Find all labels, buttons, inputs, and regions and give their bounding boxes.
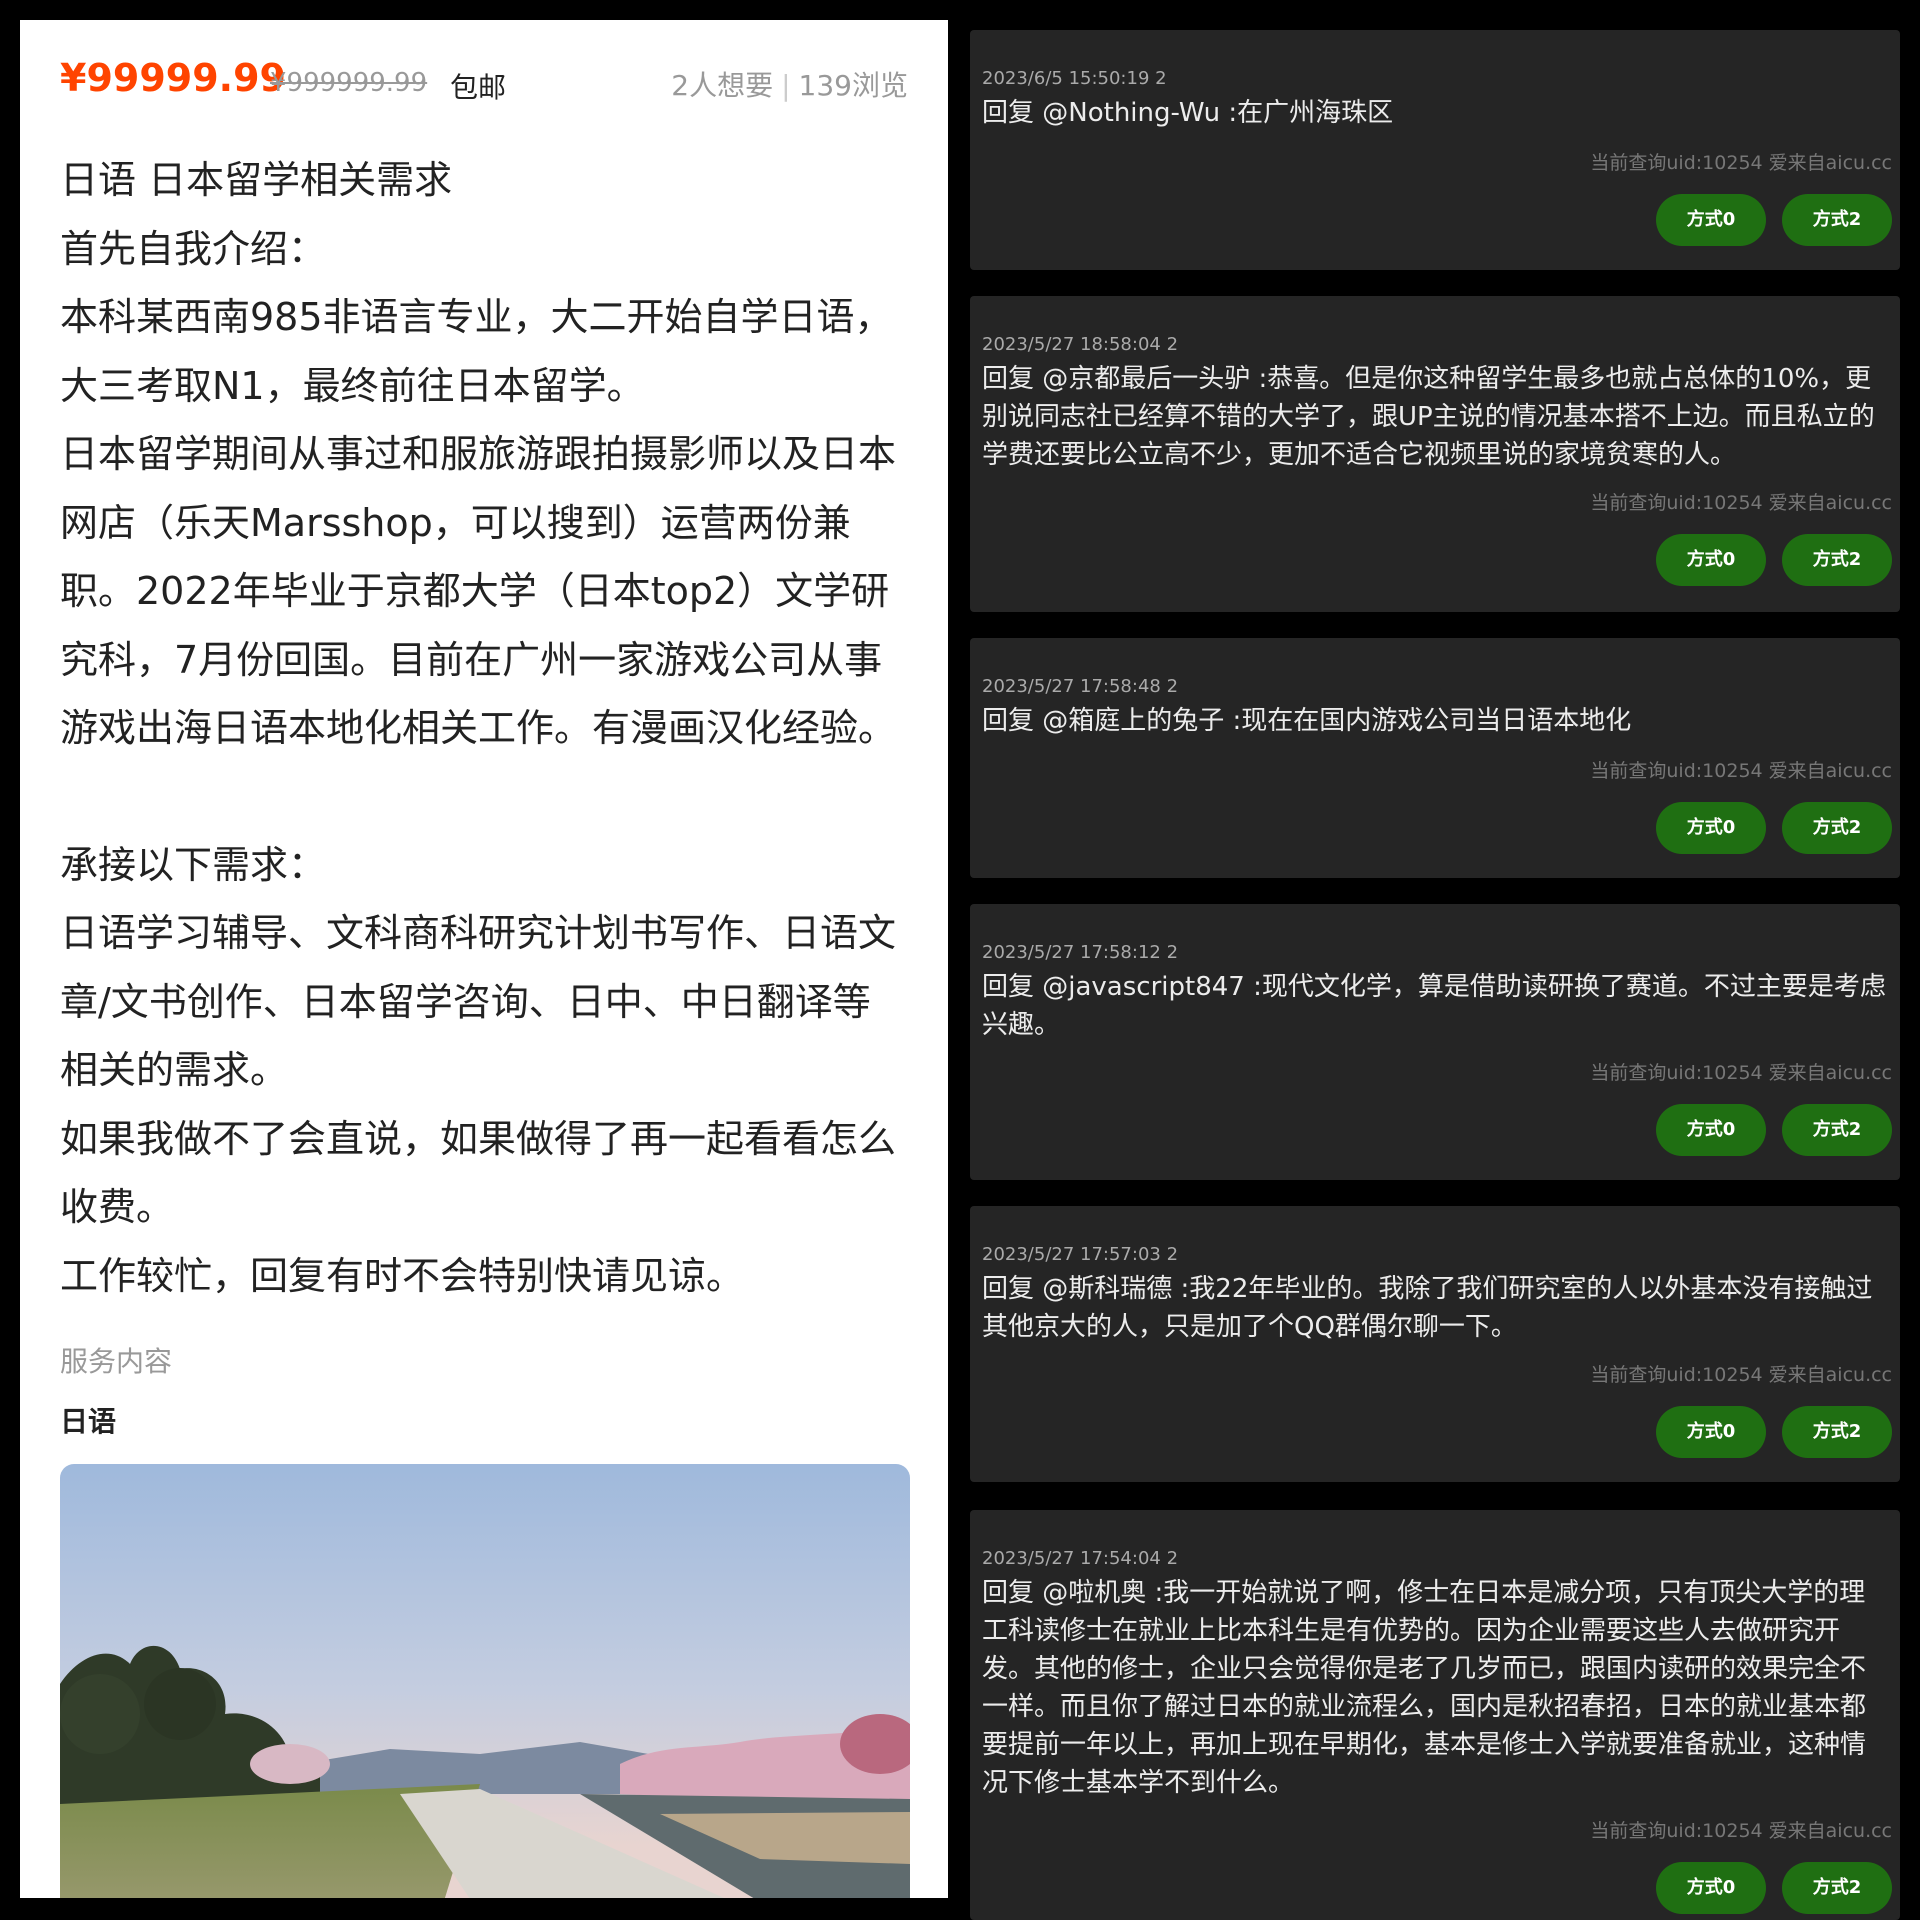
- comment-timestamp: 2023/5/27 17:58:48 2: [982, 676, 1179, 697]
- query-uid-note: 当前查询uid:10254 爱来自aicu.cc: [1590, 1062, 1892, 1084]
- comment-actions: 方式0 方式2: [1640, 1104, 1892, 1156]
- description-line: 日本留学期间从事过和服旅游跟拍摄影师以及日本: [60, 432, 897, 476]
- comment-actions: 方式0 方式2: [1640, 1862, 1892, 1914]
- description-line: 承接以下需求：: [60, 842, 327, 887]
- listing-description: 日语 日本留学相关需求 首先自我介绍： 本科某西南985非语言专业，大二开始自学日语…: [60, 146, 920, 1310]
- comment-text: 回复 @斯科瑞德 :我22年毕业的。我除了我们研究室的人以外基本没有接触过其他京…: [982, 1274, 1873, 1342]
- service-value: 日语: [60, 1405, 117, 1438]
- comment-actions: 方式0 方式2: [1640, 194, 1892, 246]
- method-2-button[interactable]: 方式2: [1782, 534, 1892, 586]
- method-0-button[interactable]: 方式0: [1656, 1104, 1766, 1156]
- comment-text: 回复 @Nothing-Wu :在广州海珠区: [982, 98, 1394, 128]
- description-line: 收费。: [60, 1185, 175, 1229]
- wants-count: 2人想要: [671, 69, 774, 102]
- comment-timestamp: 2023/6/5 15:50:19 2: [982, 68, 1167, 89]
- description-line: 游戏出海日语本地化相关工作。有漫画汉化经验。: [60, 706, 897, 750]
- comment-timestamp: 2023/5/27 18:58:04 2: [982, 334, 1179, 355]
- comments-panel: 2023/6/5 15:50:19 2 回复 @Nothing-Wu :在广州海珠…: [970, 0, 1900, 1920]
- method-0-button[interactable]: 方式0: [1656, 534, 1766, 586]
- description-line: 相关的需求。: [60, 1048, 289, 1092]
- query-uid-note: 当前查询uid:10254 爱来自aicu.cc: [1590, 760, 1892, 782]
- comment-actions: 方式0 方式2: [1640, 534, 1892, 586]
- comment-text: 回复 @京都最后一头驴 :恭喜。但是你这种留学生最多也就占总体的10%，更别说同…: [982, 364, 1875, 470]
- service-section: 服务内容 日语: [60, 1332, 920, 1452]
- comment-text: 回复 @啦机奥 :我一开始就说了啊，修士在日本是减分项，只有顶尖大学的理工科读修…: [982, 1578, 1867, 1798]
- query-uid-note: 当前查询uid:10254 爱来自aicu.cc: [1590, 492, 1892, 514]
- comment-text: 回复 @javascript847 :现代文化学，算是借助读研换了赛道。不过主要…: [982, 972, 1886, 1040]
- method-2-button[interactable]: 方式2: [1782, 802, 1892, 854]
- original-price: ¥999999.99: [270, 68, 428, 98]
- listing-stats: 2人想要 | 139浏览: [671, 64, 908, 104]
- listing-title: 日语 日本留学相关需求: [60, 158, 453, 202]
- description-line: 如果我做不了会直说，如果做得了再一起看看怎么: [60, 1116, 897, 1161]
- comment-timestamp: 2023/5/27 17:54:04 2: [982, 1548, 1179, 1569]
- query-uid-note: 当前查询uid:10254 爱来自aicu.cc: [1590, 1820, 1892, 1842]
- comment-card: 2023/6/5 15:50:19 2 回复 @Nothing-Wu :在广州海珠…: [970, 30, 1900, 270]
- comment-timestamp: 2023/5/27 17:57:03 2: [982, 1244, 1179, 1265]
- method-2-button[interactable]: 方式2: [1782, 1104, 1892, 1156]
- comment-actions: 方式0 方式2: [1640, 802, 1892, 854]
- query-uid-note: 当前查询uid:10254 爱来自aicu.cc: [1590, 152, 1892, 174]
- comment-card: 2023/5/27 17:57:03 2 回复 @斯科瑞德 :我22年毕业的。我除…: [970, 1206, 1900, 1482]
- description-line: 职。2022年毕业于京都大学（日本top2）文学研: [60, 569, 890, 613]
- comment-card: 2023/5/27 17:54:04 2 回复 @啦机奥 :我一开始就说了啊，修士…: [970, 1510, 1900, 1920]
- service-label: 服务内容: [60, 1345, 173, 1378]
- description-line: 究科，7月份回国。目前在广州一家游戏公司从事: [60, 637, 883, 682]
- method-0-button[interactable]: 方式0: [1656, 1862, 1766, 1914]
- description-line: 网店（乐天Marsshop，可以搜到）运营两份兼: [60, 500, 851, 545]
- method-2-button[interactable]: 方式2: [1782, 1862, 1892, 1914]
- description-line: 工作较忙，回复有时不会特别快请见谅。: [60, 1253, 745, 1298]
- stats-divider: |: [781, 69, 791, 102]
- description-line: 首先自我介绍：: [60, 226, 327, 271]
- listing-photo[interactable]: [60, 1464, 910, 1898]
- comment-card: 2023/5/27 17:58:48 2 回复 @箱庭上的兔子 :现在在国内游戏公…: [970, 638, 1900, 878]
- price-row: ¥99999.99 ¥999999.99 包邮 2人想要 | 139浏览: [60, 42, 908, 112]
- method-0-button[interactable]: 方式0: [1656, 194, 1766, 246]
- comment-actions: 方式0 方式2: [1640, 1406, 1892, 1458]
- comment-text: 回复 @箱庭上的兔子 :现在在国内游戏公司当日语本地化: [982, 706, 1632, 736]
- comment-card: 2023/5/27 17:58:12 2 回复 @javascript847 :现…: [970, 904, 1900, 1180]
- description-line: 大三考取N1，最终前往日本留学。: [60, 363, 645, 408]
- method-0-button[interactable]: 方式0: [1656, 1406, 1766, 1458]
- shipping-label: 包邮: [450, 71, 507, 104]
- query-uid-note: 当前查询uid:10254 爱来自aicu.cc: [1590, 1364, 1892, 1386]
- method-2-button[interactable]: 方式2: [1782, 194, 1892, 246]
- description-line: 日语学习辅导、文科商科研究计划书写作、日语文: [60, 911, 897, 955]
- listing-panel: ¥99999.99 ¥999999.99 包邮 2人想要 | 139浏览 日语 日本…: [20, 20, 948, 1898]
- method-2-button[interactable]: 方式2: [1782, 1406, 1892, 1458]
- comment-timestamp: 2023/5/27 17:58:12 2: [982, 942, 1179, 963]
- method-0-button[interactable]: 方式0: [1656, 802, 1766, 854]
- kamo-river-photo: [60, 1464, 910, 1898]
- description-line: 章/文书创作、日本留学咨询、日中、中日翻译等: [60, 979, 871, 1024]
- current-price: ¥99999.99: [60, 56, 286, 100]
- description-line: 本科某西南985非语言专业，大二开始自学日语，: [60, 295, 893, 339]
- comment-card: 2023/5/27 18:58:04 2 回复 @京都最后一头驴 :恭喜。但是你这…: [970, 296, 1900, 612]
- views-count: 139浏览: [798, 69, 908, 102]
